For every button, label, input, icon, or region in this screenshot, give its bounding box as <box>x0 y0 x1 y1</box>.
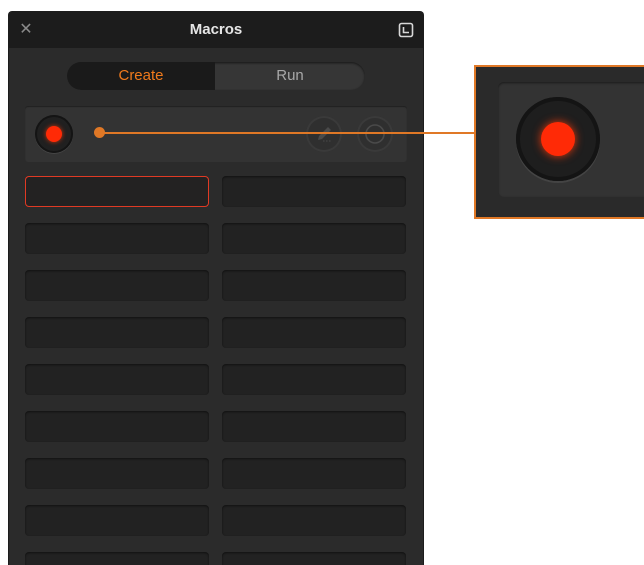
pencil-icon <box>318 127 331 142</box>
macro-slot[interactable] <box>222 505 406 536</box>
stop-circle-icon <box>365 124 385 144</box>
macro-slot[interactable] <box>25 458 209 489</box>
macro-slot[interactable] <box>25 552 209 565</box>
macro-slot[interactable] <box>25 411 209 442</box>
record-button[interactable] <box>35 115 73 153</box>
callout-line <box>100 132 476 134</box>
stop-button[interactable] <box>357 116 393 152</box>
record-icon <box>46 126 62 142</box>
macro-slot[interactable] <box>222 317 406 348</box>
title-bar: ✕ Macros <box>9 12 423 48</box>
mode-tabs: Create Run <box>67 62 365 90</box>
macro-slot[interactable] <box>25 505 209 536</box>
macro-slot[interactable] <box>25 176 209 207</box>
macro-slot[interactable] <box>222 411 406 442</box>
zoom-callout <box>476 67 644 217</box>
macro-slot[interactable] <box>222 458 406 489</box>
macro-slot[interactable] <box>222 176 406 207</box>
macro-slot[interactable] <box>222 223 406 254</box>
callout-dot <box>94 127 105 138</box>
dock-window-icon[interactable] <box>398 22 414 38</box>
zoom-record-button <box>516 97 600 181</box>
tab-run[interactable]: Run <box>215 62 365 90</box>
zoom-record-toolbar <box>498 82 644 197</box>
tab-create[interactable]: Create <box>67 62 215 90</box>
stage: ✕ Macros Create Run <box>0 0 644 565</box>
panel-title: Macros <box>189 21 243 38</box>
macro-slot[interactable] <box>222 270 406 301</box>
macro-slot[interactable] <box>222 552 406 565</box>
record-toolbar <box>25 106 407 162</box>
macro-slot[interactable] <box>25 364 209 395</box>
macros-panel: ✕ Macros Create Run <box>9 12 423 565</box>
macro-slot[interactable] <box>25 270 209 301</box>
macro-slot[interactable] <box>25 223 209 254</box>
edit-button[interactable] <box>306 116 342 152</box>
zoom-record-icon <box>541 122 575 156</box>
macro-slot[interactable] <box>222 364 406 395</box>
macro-slot[interactable] <box>25 317 209 348</box>
